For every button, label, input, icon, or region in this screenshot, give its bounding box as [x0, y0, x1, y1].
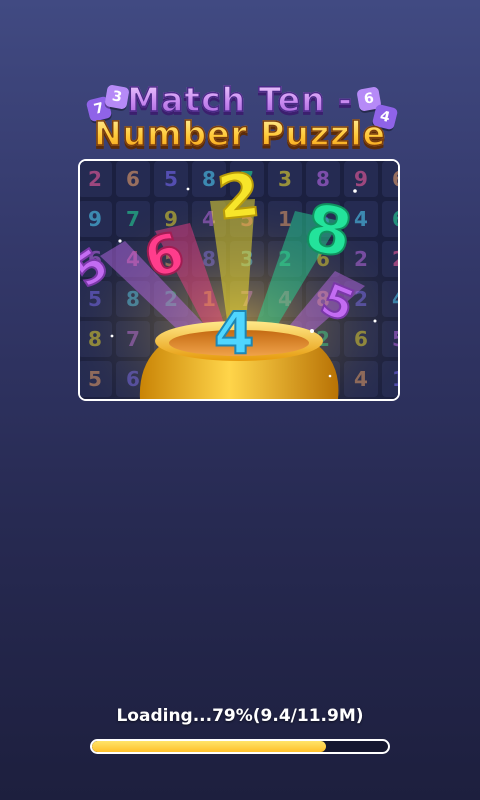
game-logo: 7 3 6 4 Match Ten - Number Puzzle [80, 78, 400, 156]
sparkle [373, 319, 377, 323]
sparkle [110, 334, 114, 338]
sparkle [328, 374, 332, 378]
loading-status-text: Loading...79%(9.4/11.9M) [116, 706, 364, 726]
banner-art: 2658738969794516466458326225821748248735… [80, 161, 398, 399]
loading-progress-fill [92, 741, 326, 752]
loading-progress-bar [90, 739, 390, 754]
sparkle [186, 187, 190, 191]
sparkle [118, 239, 122, 243]
sparkle [353, 189, 357, 193]
hero-number-2: 2 [214, 161, 263, 234]
hero-number-4: 4 [214, 299, 254, 367]
sparkle [310, 329, 314, 333]
logo-title-line2: Number Puzzle [80, 113, 400, 154]
promo-banner: 2658738969794516466458326225821748248735… [78, 159, 400, 401]
